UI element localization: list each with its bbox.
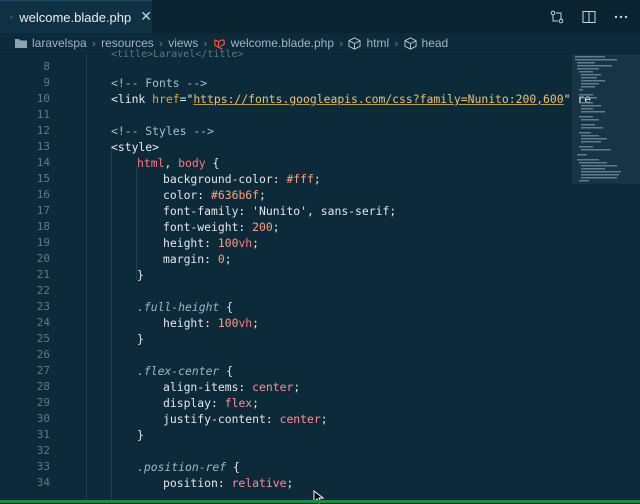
- line-number: 17: [36, 204, 50, 217]
- code-line: height: 100vh;: [163, 236, 260, 250]
- code-line: font-family: 'Nunito', sans-serif;: [163, 204, 397, 218]
- code-line: background-color: #fff;: [163, 172, 321, 186]
- line-number: 20: [36, 252, 50, 265]
- code-line: }: [137, 332, 144, 346]
- line-number: 21: [36, 268, 50, 281]
- line-number: 9: [43, 76, 50, 89]
- compare-changes-icon[interactable]: [548, 8, 566, 26]
- code-line: .position-ref {: [137, 460, 240, 474]
- split-editor-icon[interactable]: [580, 8, 598, 26]
- chevron-right-icon: ›: [91, 36, 97, 50]
- code-line: display: flex;: [163, 396, 260, 410]
- code-line: font-weight: 200;: [163, 220, 280, 234]
- code-line: margin: 0;: [163, 252, 232, 266]
- line-number: 34: [36, 476, 50, 489]
- line-number: 30: [36, 412, 50, 425]
- code-line: <!-- Styles -->: [111, 124, 214, 138]
- line-number: 8: [43, 60, 50, 73]
- code-line: height: 100vh;: [163, 316, 260, 330]
- code-line: }: [137, 428, 144, 442]
- indent-guide: [136, 167, 137, 280]
- breadcrumb-label: html: [366, 36, 390, 50]
- tab-welcome-blade[interactable]: welcome.blade.php ✕: [0, 0, 152, 33]
- code-line: color: #636b6f;: [163, 188, 266, 202]
- breadcrumb-item-head[interactable]: head: [403, 36, 449, 50]
- line-number: 11: [36, 108, 50, 121]
- breadcrumb-item-laravelspa[interactable]: laravelspa: [14, 36, 87, 50]
- code-line: }: [137, 268, 144, 282]
- minimap[interactable]: [572, 54, 640, 500]
- breadcrumb-label: laravelspa: [32, 36, 87, 50]
- html-element-icon: [348, 36, 361, 50]
- line-number: 16: [36, 188, 50, 201]
- line-number: 25: [36, 332, 50, 345]
- code-line: align-items: center;: [163, 380, 301, 394]
- line-number: 24: [36, 316, 50, 329]
- tab-bar: welcome.blade.php ✕: [0, 0, 640, 33]
- code-line: html, body {: [137, 156, 220, 170]
- indent-guide: [111, 147, 112, 500]
- line-number: 26: [36, 348, 50, 361]
- line-number: 31: [36, 428, 50, 441]
- code-line: justify-content: center;: [163, 412, 328, 426]
- line-number: 15: [36, 172, 50, 185]
- code-line: <title>Laravel</title>: [111, 49, 244, 60]
- line-number: 33: [36, 460, 50, 473]
- code-line: position: relative;: [163, 476, 294, 490]
- line-number: 12: [36, 124, 50, 137]
- line-number: 29: [36, 396, 50, 409]
- chevron-right-icon: ›: [339, 36, 344, 50]
- code-line: <link href="https://fonts.googleapis.com…: [111, 92, 592, 106]
- breadcrumb: laravelspa › resources › views › welcome…: [0, 33, 640, 54]
- line-number: 23: [36, 300, 50, 313]
- tab-label: welcome.blade.php: [19, 9, 132, 25]
- indent-guide: [86, 54, 87, 500]
- breadcrumb-label: head: [421, 36, 449, 50]
- line-number: 18: [36, 220, 50, 233]
- line-number: 22: [36, 284, 50, 297]
- code-line: <style>: [111, 140, 160, 154]
- code-line: .full-height {: [137, 300, 234, 314]
- more-icon[interactable]: [612, 8, 630, 26]
- line-number: 28: [36, 380, 50, 393]
- line-number: 13: [36, 140, 50, 153]
- chevron-right-icon: ›: [394, 36, 399, 50]
- breadcrumb-item-html[interactable]: html: [348, 36, 389, 50]
- html-element-icon: [403, 36, 417, 50]
- code-line: <!-- Fonts -->: [111, 76, 208, 90]
- code-editor[interactable]: 8 9 10 11 12 13 14 15 16 17 18 19 20 21 …: [0, 49, 591, 500]
- code-line: .flex-center {: [137, 364, 234, 378]
- line-number: 10: [36, 92, 50, 105]
- line-number: 14: [36, 156, 50, 169]
- breadcrumb-label: welcome.blade.php: [230, 36, 335, 50]
- folder-icon: [15, 39, 27, 48]
- laravel-icon: [10, 15, 13, 19]
- close-icon[interactable]: ✕: [140, 9, 152, 25]
- line-number: 27: [36, 364, 50, 377]
- line-number: 32: [36, 444, 50, 457]
- line-number: 19: [36, 236, 50, 249]
